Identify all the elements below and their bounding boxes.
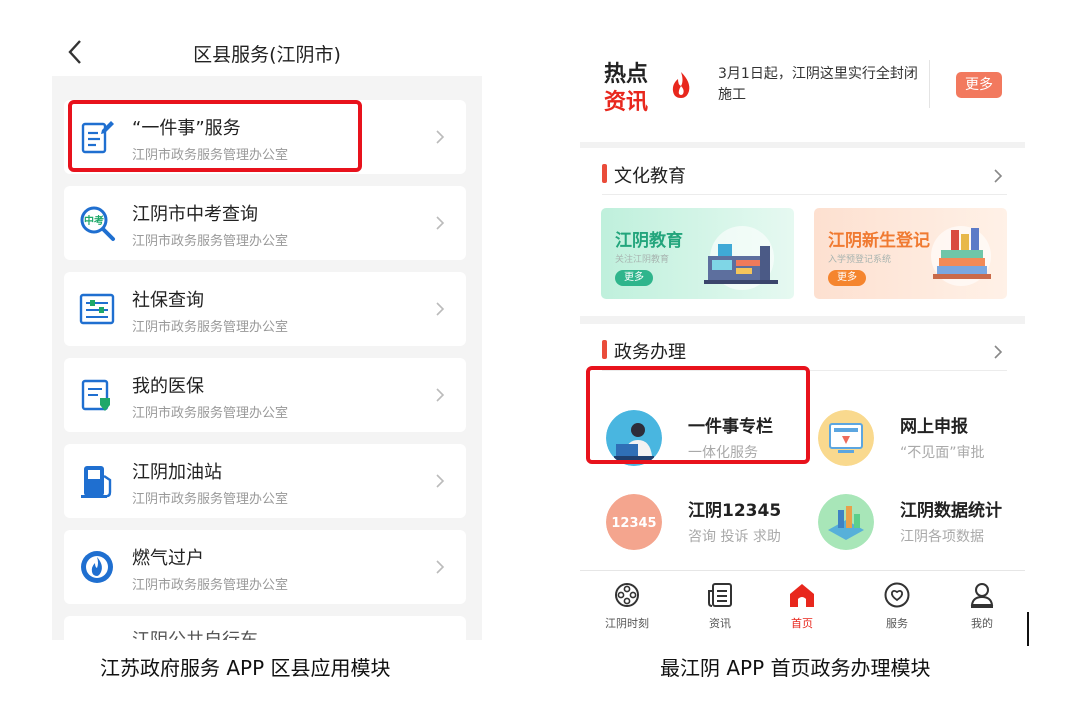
medical-insurance-icon bbox=[81, 379, 110, 411]
banner-subtitle: 入学预登记系统 bbox=[828, 255, 892, 265]
service-name: 燃气过户 bbox=[132, 548, 204, 569]
news-icon bbox=[708, 583, 732, 607]
banner-title: 江阴教育 bbox=[615, 231, 683, 251]
online-form-icon bbox=[818, 410, 874, 466]
tile-online-declaration[interactable]: 网上申报 “不见面”审批 bbox=[794, 396, 1004, 476]
top-bar: 区县服务(江阴市) bbox=[52, 28, 482, 76]
chevron-right-icon bbox=[436, 560, 445, 574]
hot-news-logo-bottom: 资讯 bbox=[604, 90, 649, 115]
tile-subtitle: 咨询 投诉 求助 bbox=[688, 529, 781, 545]
service-org: 江阴市政务服务管理办公室 bbox=[132, 578, 289, 593]
banner-jiangyin-education[interactable]: 江阴教育 关注江阴教育 更多 bbox=[601, 208, 794, 299]
service-org: 江阴市政务服务管理办公室 bbox=[132, 234, 289, 249]
highlight-box bbox=[68, 100, 362, 172]
banner-more-button[interactable]: 更多 bbox=[615, 270, 653, 286]
service-item-public-bike[interactable]: 江阴公共自行车 bbox=[64, 616, 466, 640]
tab-service[interactable]: 服务 bbox=[867, 581, 927, 631]
service-item-medical-insurance[interactable]: 我的医保 江阴市政务服务管理办公室 bbox=[64, 358, 466, 432]
service-org: 江阴市政务服务管理办公室 bbox=[132, 492, 289, 507]
banner-more-button[interactable]: 更多 bbox=[828, 270, 866, 286]
tile-jiangyin-statistics[interactable]: 江阴数据统计 江阴各项数据 bbox=[794, 480, 1004, 560]
tab-label: 我的 bbox=[971, 617, 993, 630]
heart-service-icon bbox=[884, 582, 910, 608]
tile-name: 江阴数据统计 bbox=[900, 501, 1002, 521]
banner-subtitle: 关注江阴教育 bbox=[615, 255, 670, 265]
form-list-icon bbox=[79, 293, 115, 325]
chevron-right-icon bbox=[436, 130, 445, 144]
svg-text:中考: 中考 bbox=[84, 214, 104, 227]
home-icon bbox=[790, 584, 814, 607]
film-reel-icon bbox=[615, 583, 639, 607]
tile-name: 网上申报 bbox=[900, 417, 968, 437]
chevron-right-icon[interactable] bbox=[993, 168, 1003, 184]
chevron-right-icon bbox=[436, 302, 445, 316]
tile-jiangyin-12345[interactable]: 12345 江阴12345 咨询 投诉 求助 bbox=[582, 480, 792, 560]
hot-news-headline[interactable]: 3月1日起，江阴这里实行全封闭施工 bbox=[718, 64, 918, 106]
hotline-12345-icon: 12345 bbox=[606, 494, 662, 550]
bottom-tab-bar: 江阴时刻 资讯 首页 服务 我的 bbox=[580, 570, 1025, 640]
tab-jiangyin-moment[interactable]: 江阴时刻 bbox=[597, 581, 657, 631]
tile-subtitle: 江阴各项数据 bbox=[900, 529, 984, 545]
section-marker bbox=[602, 164, 607, 183]
gas-station-icon bbox=[81, 466, 112, 498]
tab-news[interactable]: 资讯 bbox=[690, 581, 750, 631]
culture-education-section: 文化教育 江阴教育 关注江阴教育 更多 江阴新生登记 入学预登记系统 更多 bbox=[580, 148, 1025, 316]
caption-right: 最江阴 APP 首页政务办理模块 bbox=[660, 656, 931, 680]
hot-news-bar[interactable]: 热点 资讯 3月1日起，江阴这里实行全封闭施工 更多 bbox=[580, 30, 1025, 142]
service-item-exam-query[interactable]: 中考 江阴市中考查询 江阴市政务服务管理办公室 bbox=[64, 186, 466, 260]
tab-home[interactable]: 首页 bbox=[772, 581, 832, 631]
chevron-right-icon bbox=[436, 474, 445, 488]
section-title: 政务办理 bbox=[614, 342, 686, 363]
divider bbox=[929, 60, 930, 108]
tab-label: 江阴时刻 bbox=[605, 617, 649, 630]
exam-search-icon: 中考 bbox=[80, 206, 115, 241]
service-item-gas-transfer[interactable]: 燃气过户 江阴市政务服务管理办公室 bbox=[64, 530, 466, 604]
right-phone-screen: 热点 资讯 3月1日起，江阴这里实行全封闭施工 更多 文化教育 江阴教育 关注江… bbox=[580, 30, 1025, 640]
tile-subtitle: “不见面”审批 bbox=[900, 445, 985, 461]
user-icon bbox=[970, 583, 994, 608]
text-cursor bbox=[1027, 612, 1029, 646]
tile-name: 江阴12345 bbox=[688, 501, 782, 521]
service-name: 我的医保 bbox=[132, 376, 204, 397]
service-name: 社保查询 bbox=[132, 290, 204, 311]
service-list: “一件事”服务 江阴市政务服务管理办公室 中考 江阴市中考查询 江阴市政务服务管… bbox=[64, 100, 466, 640]
tab-label: 服务 bbox=[886, 617, 908, 630]
tab-label: 资讯 bbox=[709, 617, 731, 630]
chevron-right-icon bbox=[436, 216, 445, 230]
more-button[interactable]: 更多 bbox=[956, 72, 1002, 98]
education-illustration bbox=[704, 226, 778, 290]
chevron-right-icon bbox=[436, 388, 445, 402]
page-title: 区县服务(江阴市) bbox=[193, 44, 341, 66]
section-title: 文化教育 bbox=[614, 166, 686, 187]
caption-left: 江苏政府服务 APP 区县应用模块 bbox=[100, 656, 391, 680]
section-marker bbox=[602, 340, 607, 359]
chevron-right-icon[interactable] bbox=[993, 344, 1003, 360]
divider bbox=[602, 194, 1007, 195]
highlight-box bbox=[586, 366, 810, 464]
service-item-social-security[interactable]: 社保查询 江阴市政务服务管理办公室 bbox=[64, 272, 466, 346]
banner-new-student-registration[interactable]: 江阴新生登记 入学预登记系统 更多 bbox=[814, 208, 1007, 299]
hotline-icon-text: 12345 bbox=[611, 516, 656, 531]
left-phone-screen: 区县服务(江阴市) “一件事”服务 江阴市政务服务管理办公室 中考 江阴市中考查… bbox=[52, 28, 482, 640]
service-item-gas-station[interactable]: 江阴加油站 江阴市政务服务管理办公室 bbox=[64, 444, 466, 518]
service-name: 江阴公共自行车 bbox=[132, 626, 258, 640]
service-name: 江阴加油站 bbox=[132, 462, 222, 483]
tab-label: 首页 bbox=[791, 617, 813, 630]
tab-mine[interactable]: 我的 bbox=[952, 581, 1012, 631]
service-org: 江阴市政务服务管理办公室 bbox=[132, 406, 289, 421]
books-illustration bbox=[931, 226, 991, 286]
service-name: 江阴市中考查询 bbox=[132, 204, 258, 225]
fire-icon bbox=[672, 72, 690, 98]
service-org: 江阴市政务服务管理办公室 bbox=[132, 320, 289, 335]
gas-flame-icon bbox=[81, 551, 113, 583]
statistics-icon bbox=[818, 494, 874, 550]
